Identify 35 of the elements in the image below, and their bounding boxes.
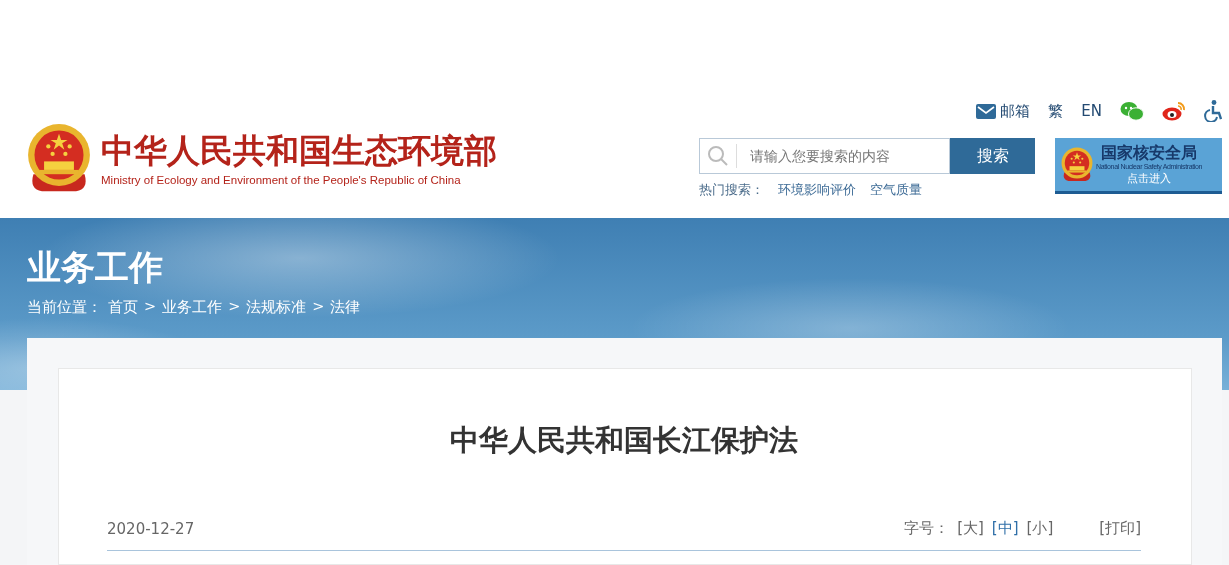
article-title: 中华人民共和国长江保护法 xyxy=(449,422,799,459)
font-size-option[interactable]: [中] xyxy=(991,519,1019,538)
weibo-icon xyxy=(1162,101,1186,121)
font-size-option[interactable]: [小] xyxy=(1026,519,1054,538)
mail-link[interactable]: 邮箱 xyxy=(976,101,1031,121)
font-size-label: 字号： xyxy=(904,519,950,538)
partner-title: 国家核安全局 xyxy=(1101,143,1198,162)
font-size-option[interactable]: [大] xyxy=(957,519,984,538)
header-link[interactable]: 繁 xyxy=(1048,101,1064,121)
hot-search-link[interactable]: 空气质量 xyxy=(870,182,922,199)
emblem-icon xyxy=(1061,146,1093,183)
breadcrumb-link[interactable]: 首页 xyxy=(108,298,138,317)
breadcrumb-separator: > xyxy=(228,298,241,316)
accessibility-icon xyxy=(1204,100,1222,122)
breadcrumb-label: 当前位置： xyxy=(27,298,102,317)
wechat-icon xyxy=(1120,101,1144,121)
mail-icon xyxy=(976,103,997,119)
hot-search-link[interactable]: 环境影响评价 xyxy=(778,182,856,199)
print-link[interactable]: [打印] xyxy=(1099,519,1141,538)
article-date: 2020-12-27 xyxy=(107,519,195,538)
breadcrumb-separator: > xyxy=(144,298,157,316)
search-field[interactable]: 请输入您要搜索的内容 xyxy=(699,138,950,174)
search-icon xyxy=(707,145,729,167)
breadcrumb-link[interactable]: 法律 xyxy=(330,298,361,317)
breadcrumb-separator: > xyxy=(312,298,325,316)
site-title: 中华人民共和国生态环境部 xyxy=(101,131,497,170)
section-title: 业务工作 xyxy=(27,246,164,288)
breadcrumb-link[interactable]: 业务工作 xyxy=(162,298,223,317)
header-link[interactable]: EN xyxy=(1081,102,1102,120)
national-emblem-icon xyxy=(27,123,91,194)
hot-search-label: 热门搜索： xyxy=(699,182,764,199)
partner-action: 点击进入 xyxy=(1127,171,1172,186)
breadcrumb-link[interactable]: 法规标准 xyxy=(246,298,307,317)
site-subtitle: Ministry of Ecology and Environment of the People's Republic of China xyxy=(101,173,462,186)
search-button[interactable]: 搜索 xyxy=(950,138,1035,174)
